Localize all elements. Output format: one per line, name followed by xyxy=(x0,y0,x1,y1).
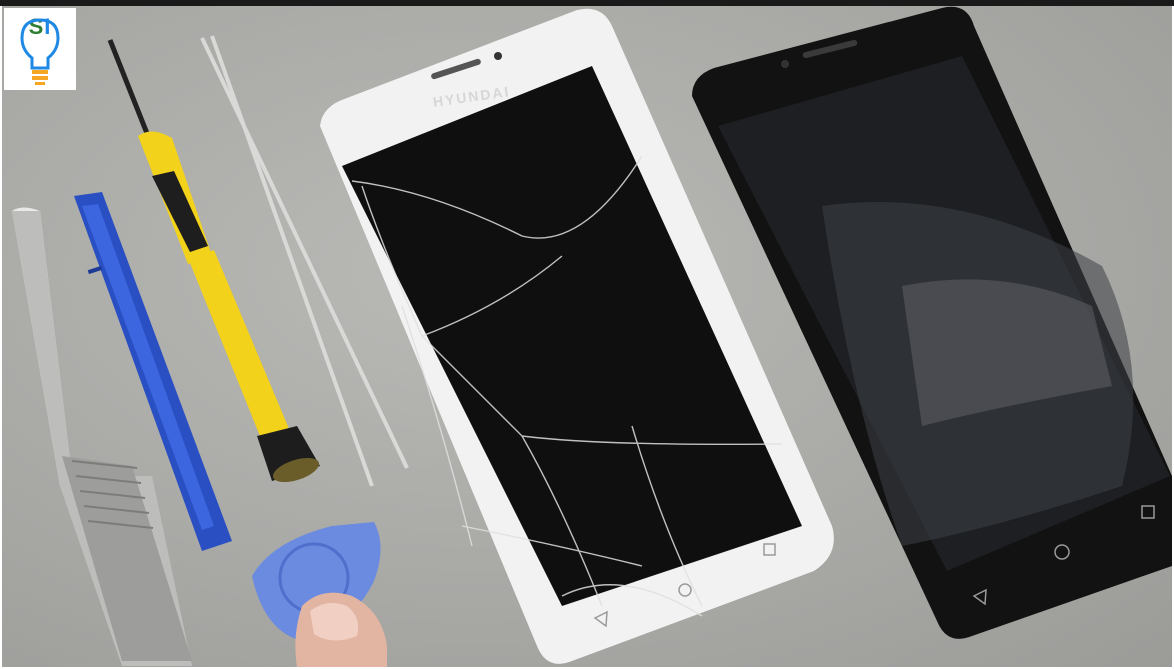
lightbulb-icon xyxy=(20,18,60,85)
screwdriver xyxy=(107,39,320,483)
photo-scene: HYUNDAI xyxy=(2,6,1172,667)
finger xyxy=(295,592,387,667)
video-frame: HYUNDAI SI xyxy=(0,0,1174,669)
channel-logo: SI xyxy=(4,8,76,90)
scene-illustration xyxy=(12,6,1172,667)
